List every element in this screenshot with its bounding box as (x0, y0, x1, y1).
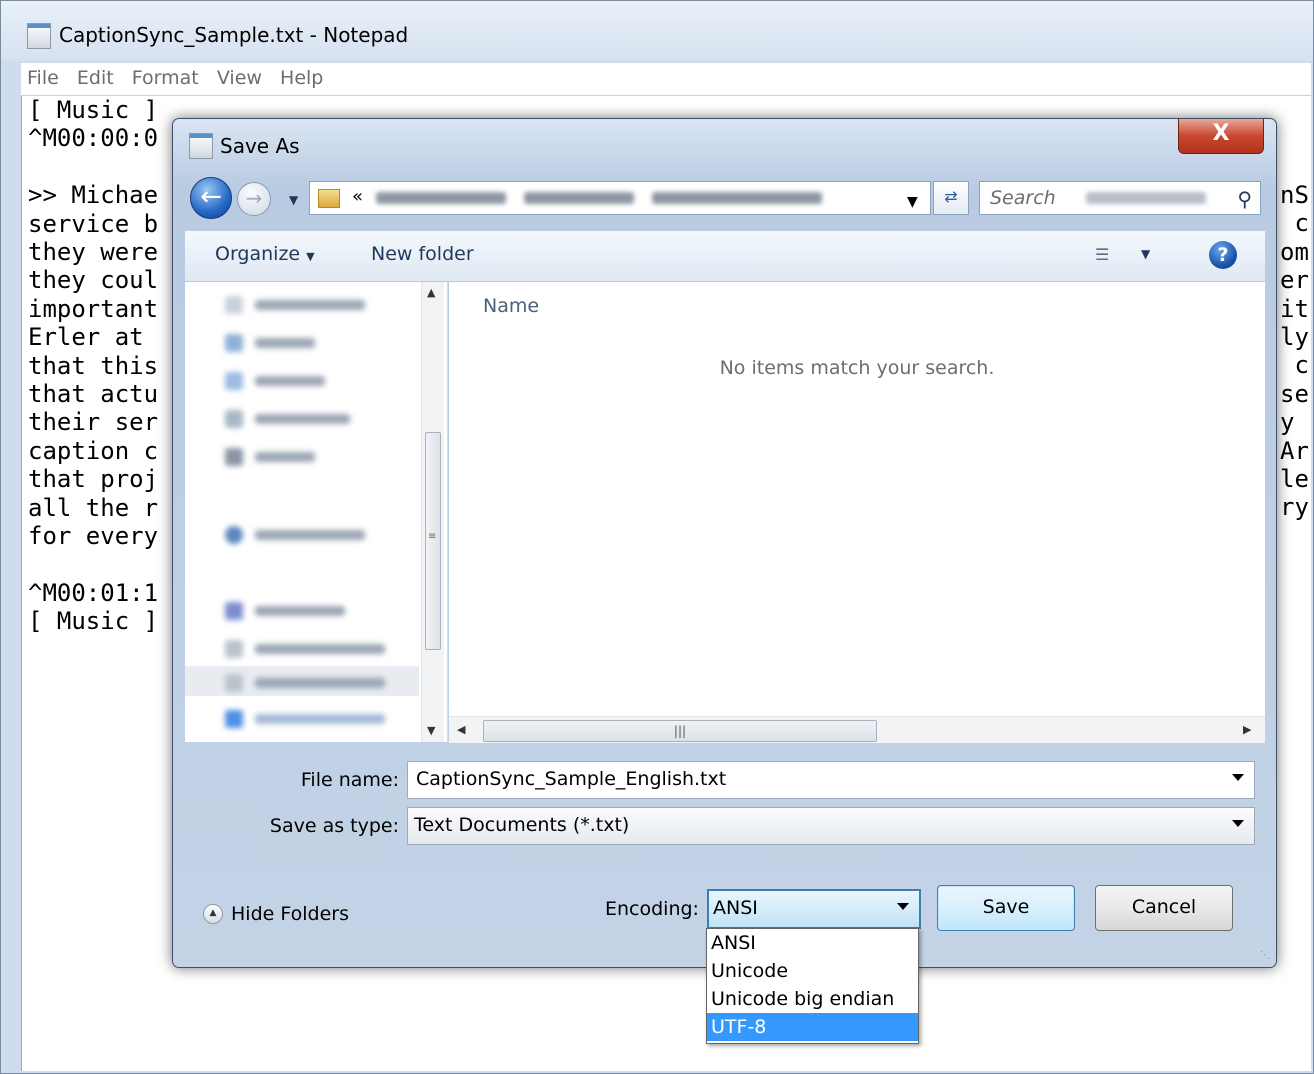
organize-label: Organize (215, 243, 301, 265)
encoding-option-unicode[interactable]: Unicode (707, 957, 918, 985)
notepad-icon (189, 133, 213, 159)
navigation-pane[interactable]: ▲ ≡ ▼ (185, 282, 448, 742)
encoding-option-utf-8[interactable]: UTF-8 (707, 1013, 918, 1041)
recent-locations-dropdown[interactable]: ▼ (289, 193, 298, 207)
horizontal-scroll-thumb[interactable]: ||| (483, 720, 877, 742)
search-icon[interactable]: ⚲ (1237, 187, 1252, 211)
address-path-blurred (376, 187, 846, 209)
notepad-icon (27, 23, 51, 49)
dialog-toolbar: Organize ▼ New folder ☰ ▼ ? (185, 231, 1265, 282)
forward-arrow-icon[interactable]: → (237, 182, 271, 216)
file-name-input[interactable]: CaptionSync_Sample_English.txt (407, 761, 1255, 799)
file-name-label: File name: (300, 769, 399, 791)
dialog-title: Save As (220, 134, 300, 158)
chevron-down-icon[interactable] (897, 903, 909, 910)
search-placeholder: Search (990, 187, 1056, 209)
menu-file[interactable]: File (21, 63, 64, 89)
notepad-text: [ Music ] ^M00:00:0 >> Michae service b … (28, 96, 159, 636)
notepad-menu-bar: File Edit Format View Help (21, 63, 1311, 96)
empty-message: No items match your search. (719, 357, 995, 379)
address-bar[interactable]: « (309, 181, 931, 215)
back-arrow-icon[interactable]: ← (190, 177, 232, 219)
search-box[interactable]: Search ⚲ (979, 181, 1261, 215)
resize-grip[interactable]: ⋱ (1260, 950, 1270, 961)
scroll-up-arrow-icon[interactable]: ▲ (427, 286, 435, 299)
hide-folders-icon[interactable]: ▲ (203, 904, 223, 924)
nav-scroll-thumb[interactable]: ≡ (425, 432, 441, 650)
notepad-text-right-edge: nS c om er it ly c se y Ar le ry (1280, 181, 1309, 522)
view-options-dropdown[interactable]: ▼ (1141, 247, 1150, 261)
chevron-down-icon[interactable] (1232, 820, 1244, 827)
menu-help[interactable]: Help (274, 63, 328, 89)
save-as-dialog: Save As X ← → ▼ « ▼ ⇄ Search ⚲ Organize … (172, 118, 1277, 968)
notepad-title: CaptionSync_Sample.txt - Notepad (59, 23, 409, 47)
menu-edit[interactable]: Edit (71, 63, 119, 89)
view-options-icon[interactable]: ☰ (1095, 245, 1115, 264)
save-as-type-select[interactable]: Text Documents (*.txt) (407, 807, 1255, 845)
file-name-value: CaptionSync_Sample_English.txt (416, 768, 727, 790)
encoding-option-ansi[interactable]: ANSI (707, 929, 918, 957)
menu-format[interactable]: Format (126, 63, 204, 89)
save-button[interactable]: Save (937, 885, 1075, 931)
encoding-dropdown-list[interactable]: ANSI Unicode Unicode big endian UTF-8 (706, 928, 919, 1044)
refresh-icon[interactable]: ⇄ (933, 181, 969, 215)
chevron-down-icon: ▼ (306, 250, 315, 263)
scroll-left-arrow-icon[interactable]: ◀ (457, 723, 465, 736)
help-icon[interactable]: ? (1209, 241, 1237, 269)
search-location-blurred (1086, 192, 1206, 204)
encoding-value: ANSI (713, 897, 758, 919)
scroll-right-arrow-icon[interactable]: ▶ (1243, 723, 1251, 736)
save-as-type-value: Text Documents (*.txt) (414, 814, 630, 836)
chevron-down-icon[interactable] (1232, 774, 1244, 781)
save-as-type-label: Save as type: (269, 815, 399, 837)
encoding-select[interactable]: ANSI (707, 889, 921, 929)
file-list[interactable]: Name No items match your search. ◀ ||| ▶ (449, 282, 1265, 743)
nav-scrollbar[interactable]: ▲ ≡ ▼ (421, 282, 444, 742)
menu-view[interactable]: View (211, 63, 267, 89)
address-dropdown[interactable]: ▼ (907, 194, 918, 210)
encoding-option-unicode-big-endian[interactable]: Unicode big endian (707, 985, 918, 1013)
folder-icon (318, 189, 340, 208)
address-chevron[interactable]: « (352, 186, 363, 207)
close-button[interactable]: X (1178, 119, 1264, 154)
column-header-name[interactable]: Name (483, 295, 539, 317)
horizontal-scrollbar[interactable]: ◀ ||| ▶ (449, 716, 1265, 743)
scroll-down-arrow-icon[interactable]: ▼ (427, 724, 435, 737)
encoding-label: Encoding: (605, 898, 699, 920)
new-folder-button[interactable]: New folder (371, 243, 474, 265)
notepad-title-bar[interactable]: CaptionSync_Sample.txt - Notepad (1, 1, 1313, 61)
organize-button[interactable]: Organize ▼ (215, 243, 315, 265)
hide-folders-button[interactable]: Hide Folders (231, 903, 349, 925)
cancel-button[interactable]: Cancel (1095, 885, 1233, 931)
